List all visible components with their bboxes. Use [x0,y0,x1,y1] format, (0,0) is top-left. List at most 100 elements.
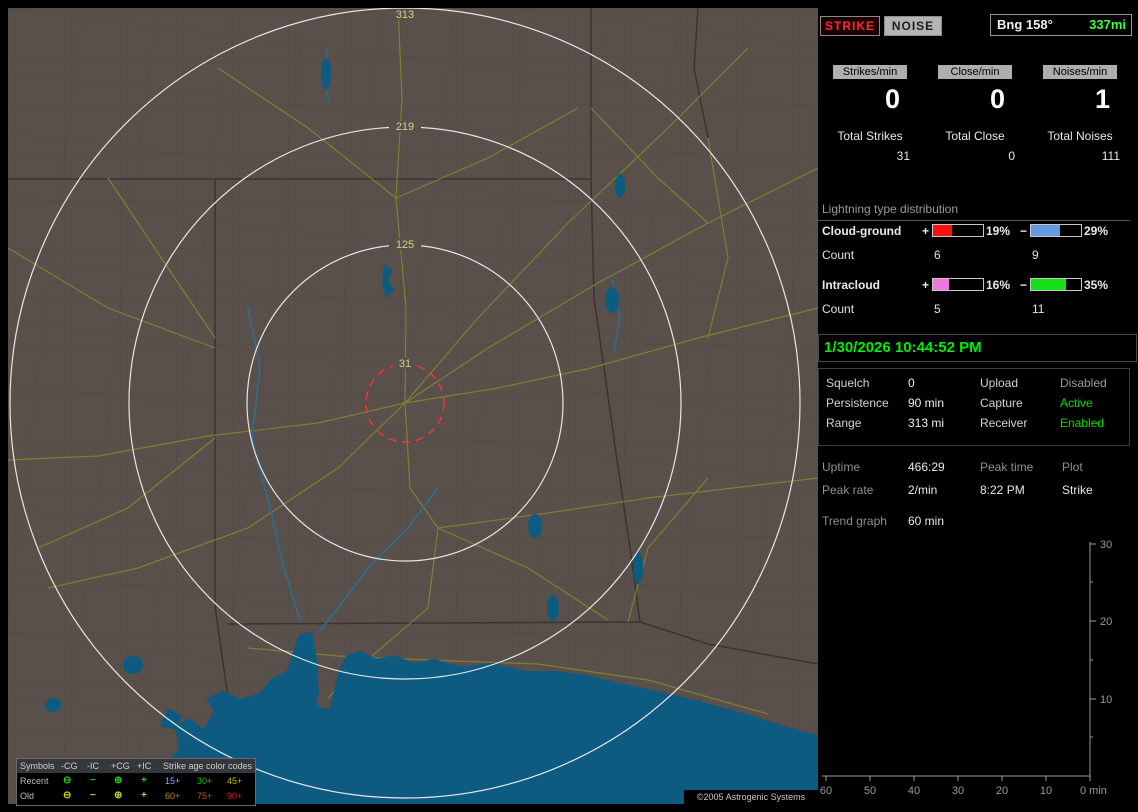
x-tick-40: 40 [908,785,920,797]
map-legend: Symbols -CG -IC +CG +IC Strike age color… [16,758,256,806]
upload-label: Upload [980,376,1019,390]
old-neg-ic-symbol: − [90,790,96,801]
noise-indicator-button[interactable]: NOISE [884,16,942,36]
total-noises-label: Total Noises [1047,129,1113,143]
uptime-label: Uptime [822,460,861,474]
strike-indicator-button[interactable]: STRIKE [820,16,880,36]
age-15: 15+ [165,776,181,786]
y-tick-10: 10 [1100,694,1112,706]
trend-graph-value: 60 min [908,514,945,528]
x-tick-60: 60 [820,785,832,797]
ic-plus-sign: + [922,278,930,292]
trend-graph: 30 20 10 60 50 40 30 20 10 0 min [820,539,1112,797]
datetime-display: 1/30/2026 10:44:52 PM [818,334,1137,362]
ic-plus-pct: 16% [986,278,1011,292]
uptime-value: 466:29 [908,460,945,474]
cg-minus-bar [1030,224,1082,237]
cg-plus-sign: + [922,224,930,238]
settings-row-range: Range 313 mi Receiver Enabled [818,416,1130,430]
legend-col-neg-ic: -IC [87,761,99,771]
legend-col-pos-cg: +CG [111,761,130,771]
bearing-distance: 337mi [1089,17,1126,32]
legend-symbols-header: Symbols [20,761,55,771]
strikes-per-min-value: 0 [884,84,900,114]
legend-recent-label: Recent [20,776,49,786]
cg-minus-count: 9 [1032,248,1039,262]
ring-label-219: 219 [396,121,414,133]
close-per-min-label: Close/min [938,65,1012,79]
plot-value: Strike [1062,483,1093,497]
noises-column: Noises/min 1 Total Noises 111 [1028,64,1132,163]
squelch-value: 0 [908,376,915,390]
ic-minus-bar [1030,278,1082,291]
close-column: Close/min 0 Total Close 0 [923,64,1027,163]
receiver-status: Enabled [1060,416,1105,430]
age-30: 30+ [197,776,213,786]
trend-axes [822,542,1096,781]
settings-row-squelch: Squelch 0 Upload Disabled [818,376,1130,390]
capture-label: Capture [980,396,1023,410]
legend-col-neg-cg: -CG [61,761,78,771]
persistence-label: Persistence [826,396,889,410]
ring-label-31: 31 [399,358,411,370]
upload-status: Disabled [1060,376,1107,390]
ring-label-313: 313 [396,9,414,21]
noises-per-min-value: 1 [1094,84,1110,114]
y-tick-30: 30 [1100,539,1112,551]
x-tick-20: 20 [996,785,1008,797]
peak-time-value: 8:22 PM [980,483,1025,497]
capture-status: Active [1060,396,1093,410]
map-canvas[interactable]: 313 219 125 31 Symbols -CG -IC +CG +IC S… [8,8,818,806]
x-tick-30: 30 [952,785,964,797]
strikes-per-min-label: Strikes/min [833,65,907,79]
cg-minus-sign: − [1020,224,1028,238]
bearing-display: Bng 158° 337mi [990,14,1132,36]
stats-row-1: Uptime 466:29 Peak time Plot [818,460,1130,474]
plot-label: Plot [1062,460,1083,474]
copyright-notice: ©2005 Astrogenic Systems [684,790,818,804]
recent-pos-cg-symbol: ⊕ [114,775,123,786]
total-close-label: Total Close [945,129,1005,143]
ic-plus-bar [932,278,984,291]
ic-count-label: Count [822,302,855,316]
total-strikes-label: Total Strikes [837,129,903,143]
age-45: 45+ [227,776,243,786]
bearing-value: Bng 158° [997,17,1053,32]
cg-plus-count: 6 [934,248,941,262]
age-60: 60+ [165,791,181,801]
ic-minus-count: 11 [1032,302,1045,316]
stats-row-2: Peak rate 2/min 8:22 PM Strike [818,483,1130,497]
distribution-section-title: Lightning type distribution [818,202,1130,221]
close-per-min-value: 0 [989,84,1005,114]
range-value: 313 mi [908,416,945,430]
ic-plus-bar-fill [933,279,949,290]
settings-row-persistence: Persistence 90 min Capture Active [818,396,1130,410]
intracloud-label: Intracloud [822,278,881,292]
cg-plus-pct: 19% [986,224,1011,238]
ic-plus-count: 5 [934,302,941,316]
recent-pos-ic-symbol: + [141,775,147,786]
legend-col-pos-ic: +IC [137,761,152,771]
squelch-label: Squelch [826,376,870,390]
cg-plus-bar-fill [933,225,952,236]
cg-plus-bar [932,224,984,237]
cloud-ground-label: Cloud-ground [822,224,902,238]
trend-tick-labels: 30 20 10 60 50 40 30 20 10 0 min [820,539,1112,797]
persistence-value: 90 min [908,396,945,410]
cg-minus-bar-fill [1031,225,1060,236]
x-tick-50: 50 [864,785,876,797]
legend-old-label: Old [20,791,35,801]
ic-minus-pct: 35% [1084,278,1109,292]
total-strikes-value: 31 [896,149,910,163]
trend-graph-label: Trend graph [822,514,887,528]
x-tick-0-min: 0 min [1080,785,1107,797]
peak-rate-value: 2/min [908,483,938,497]
legend-age-header: Strike age color codes [163,761,253,771]
noises-per-min-label: Noises/min [1043,65,1117,79]
cloud-ground-row: Cloud-ground + 19% − 29% [822,224,1128,238]
cloud-ground-count-row: Count 6 9 [822,248,1128,262]
ring-label-125: 125 [396,239,414,251]
peak-rate-label: Peak rate [822,483,874,497]
legend-recent-row: Recent ⊖ − ⊕ + 15+ 30+ 45+ [17,774,255,788]
ic-minus-bar-fill [1031,279,1066,290]
